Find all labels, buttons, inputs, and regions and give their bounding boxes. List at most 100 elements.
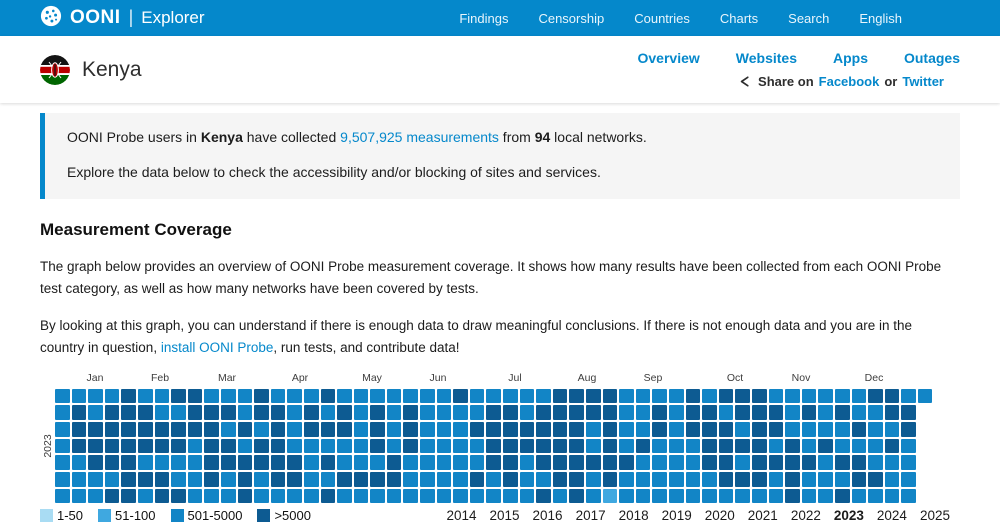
navbar-item-censorship[interactable]: Censorship [538, 11, 604, 26]
heatmap-cell[interactable] [685, 455, 701, 470]
heatmap-cell[interactable] [220, 421, 236, 437]
heatmap-cell[interactable] [818, 455, 833, 470]
heatmap-cell[interactable] [652, 388, 667, 404]
heatmap-cell[interactable] [171, 472, 186, 487]
heatmap-cell[interactable] [104, 405, 120, 420]
heatmap-cell[interactable] [154, 488, 170, 504]
heatmap-cell[interactable] [121, 421, 136, 437]
heatmap-cell[interactable] [55, 421, 70, 437]
heatmap-cell[interactable] [320, 438, 336, 454]
heatmap-cell[interactable] [104, 438, 120, 454]
heatmap-cell[interactable] [88, 388, 103, 404]
heatmap-cell[interactable] [353, 421, 369, 437]
heatmap-cell[interactable] [735, 438, 750, 454]
heatmap-cell[interactable] [851, 405, 867, 420]
heatmap-cell[interactable] [287, 405, 302, 420]
heatmap-cell[interactable] [552, 405, 568, 420]
heatmap-cell[interactable] [785, 472, 800, 487]
heatmap-cell[interactable] [602, 472, 618, 487]
heatmap-cell[interactable] [469, 421, 485, 437]
year-link-2019[interactable]: 2019 [662, 508, 692, 523]
heatmap-cell[interactable] [121, 472, 136, 487]
heatmap-cell[interactable] [303, 388, 319, 404]
heatmap-cell[interactable] [420, 455, 435, 470]
heatmap-cell[interactable] [834, 421, 850, 437]
heatmap-cell[interactable] [552, 388, 568, 404]
year-link-2025[interactable]: 2025 [920, 508, 950, 523]
heatmap-cell[interactable] [320, 455, 336, 470]
heatmap-cell[interactable] [834, 488, 850, 504]
heatmap-cell[interactable] [237, 388, 253, 404]
heatmap-cell[interactable] [469, 455, 485, 470]
heatmap-cell[interactable] [619, 388, 634, 404]
heatmap-cell[interactable] [353, 488, 369, 504]
heatmap-cell[interactable] [254, 388, 269, 404]
heatmap-cell[interactable] [685, 388, 701, 404]
heatmap-cell[interactable] [171, 455, 186, 470]
heatmap-cell[interactable] [668, 455, 684, 470]
heatmap-cell[interactable] [552, 421, 568, 437]
heatmap-cell[interactable] [602, 421, 618, 437]
heatmap-cell[interactable] [270, 455, 286, 470]
heatmap-cell[interactable] [370, 472, 385, 487]
heatmap-cell[interactable] [519, 405, 535, 420]
heatmap-cell[interactable] [868, 472, 883, 487]
heatmap-cell[interactable] [436, 488, 452, 504]
heatmap-cell[interactable] [586, 405, 601, 420]
heatmap-cell[interactable] [503, 472, 518, 487]
heatmap-cell[interactable] [104, 388, 120, 404]
heatmap-cell[interactable] [751, 421, 767, 437]
heatmap-cell[interactable] [370, 438, 385, 454]
heatmap-cell[interactable] [503, 488, 518, 504]
heatmap-cell[interactable] [71, 421, 87, 437]
heatmap-cell[interactable] [619, 438, 634, 454]
heatmap-cell[interactable] [901, 455, 916, 470]
heatmap-cell[interactable] [685, 472, 701, 487]
heatmap-cell[interactable] [851, 488, 867, 504]
heatmap-cell[interactable] [469, 472, 485, 487]
heatmap-cell[interactable] [635, 388, 651, 404]
heatmap-cell[interactable] [785, 438, 800, 454]
heatmap-cell[interactable] [619, 405, 634, 420]
heatmap-cell[interactable] [801, 455, 817, 470]
heatmap-cell[interactable] [436, 405, 452, 420]
share-twitter-link[interactable]: Twitter [902, 74, 944, 89]
navbar-item-findings[interactable]: Findings [459, 11, 508, 26]
heatmap-cell[interactable] [420, 488, 435, 504]
heatmap-cell[interactable] [503, 438, 518, 454]
heatmap-cell[interactable] [652, 421, 667, 437]
year-link-2022[interactable]: 2022 [791, 508, 821, 523]
heatmap-cell[interactable] [187, 472, 203, 487]
heatmap-cell[interactable] [453, 488, 468, 504]
heatmap-cell[interactable] [453, 421, 468, 437]
heatmap-cell[interactable] [71, 455, 87, 470]
heatmap-cell[interactable] [851, 455, 867, 470]
heatmap-cell[interactable] [88, 488, 103, 504]
heatmap-cell[interactable] [254, 438, 269, 454]
heatmap-cell[interactable] [718, 438, 734, 454]
heatmap-cell[interactable] [453, 405, 468, 420]
year-link-2017[interactable]: 2017 [576, 508, 606, 523]
heatmap-cell[interactable] [818, 438, 833, 454]
heatmap-cell[interactable] [320, 405, 336, 420]
heatmap-cell[interactable] [353, 472, 369, 487]
heatmap-cell[interactable] [71, 472, 87, 487]
heatmap-cell[interactable] [668, 421, 684, 437]
heatmap-cell[interactable] [801, 421, 817, 437]
heatmap-cell[interactable] [569, 455, 584, 470]
heatmap-cell[interactable] [204, 455, 219, 470]
heatmap-cell[interactable] [536, 421, 551, 437]
heatmap-cell[interactable] [635, 421, 651, 437]
heatmap-cell[interactable] [254, 405, 269, 420]
heatmap-cell[interactable] [270, 405, 286, 420]
heatmap-cell[interactable] [55, 438, 70, 454]
heatmap-cell[interactable] [735, 388, 750, 404]
heatmap-cell[interactable] [137, 421, 153, 437]
heatmap-cell[interactable] [436, 421, 452, 437]
heatmap-cell[interactable] [569, 388, 584, 404]
heatmap-cell[interactable] [652, 405, 667, 420]
heatmap-cell[interactable] [370, 405, 385, 420]
heatmap-cell[interactable] [768, 472, 784, 487]
heatmap-cell[interactable] [303, 472, 319, 487]
heatmap-cell[interactable] [104, 455, 120, 470]
